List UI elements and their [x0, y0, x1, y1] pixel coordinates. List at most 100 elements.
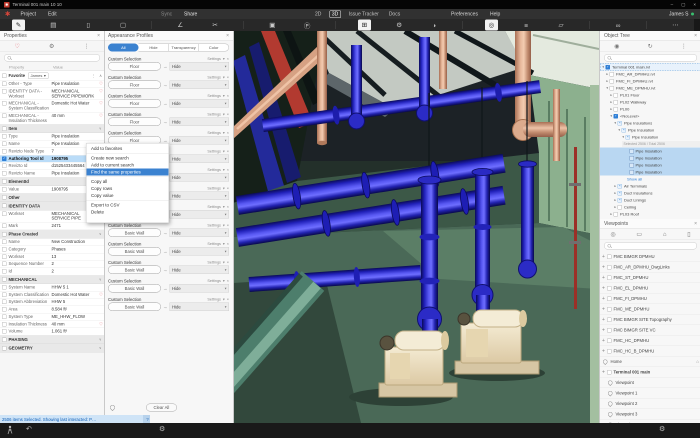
settings-link[interactable]: Settings — [207, 112, 221, 117]
row-checkbox[interactable] — [2, 254, 7, 259]
action-select[interactable]: Hide▾ — [170, 62, 230, 71]
action-select[interactable]: Hide▾ — [170, 210, 230, 219]
tree-checkbox[interactable]: ✓ — [614, 114, 619, 119]
section-checkbox[interactable] — [2, 346, 7, 351]
selection-pill[interactable]: Basic Wall — [108, 284, 161, 293]
row-checkbox[interactable] — [2, 149, 7, 154]
settings-caret-icon[interactable]: ▾ — [223, 279, 225, 284]
section-checkbox[interactable] — [2, 337, 7, 342]
tree-checkbox[interactable] — [614, 107, 619, 112]
menu-help[interactable]: Help — [490, 11, 500, 17]
property-row-insulation-thickness[interactable]: Insulation Thickness40 mm♡ — [0, 321, 104, 328]
markup-cart-icon[interactable]: ⊞ — [358, 20, 371, 31]
action-select[interactable]: Hide▾ — [170, 99, 230, 108]
tree-node-fmc-fi-dpmhu-rvt[interactable]: ▸FMC_FI_DPMHU.rvt — [600, 78, 700, 85]
mode-tab-issue-tracker[interactable]: Issue Tracker — [347, 11, 381, 18]
property-row-system-abbreviation[interactable]: System AbbreviationHHW 5 — [0, 299, 104, 306]
menu-preferences[interactable]: Preferences — [451, 11, 478, 17]
row-checkbox[interactable] — [2, 89, 7, 94]
measure-icon[interactable]: ∠ — [174, 20, 187, 31]
tree-checkbox[interactable]: × — [618, 121, 623, 126]
gear-icon[interactable]: ⚙ — [393, 20, 406, 31]
undo-icon[interactable]: ↶ — [26, 425, 32, 434]
menu-item-find-the-same-properties[interactable]: Find the same properties — [87, 169, 169, 176]
properties-search-input[interactable] — [13, 56, 97, 61]
settings-link[interactable]: Settings — [207, 131, 221, 136]
property-section-phasing[interactable]: PHASING∨ — [0, 336, 104, 345]
mode-tab-3d[interactable]: 3D — [329, 10, 340, 18]
profile-close-icon[interactable]: × — [227, 260, 229, 265]
section-checkbox[interactable] — [2, 232, 7, 237]
tree-node-fmc-me-dpmhu-rvt[interactable]: ▾FMC_ME_DPMHU.rvt — [600, 85, 700, 92]
property-row-system-name[interactable]: System NameHHW 5 1 — [0, 284, 104, 291]
selection-pill[interactable]: Basic Wall — [108, 229, 161, 238]
favorite-heart-icon[interactable]: ♡ — [98, 322, 103, 327]
action-select[interactable]: Hide▾ — [170, 155, 230, 164]
viewpoint-checkbox[interactable] — [607, 317, 612, 322]
section-checkbox[interactable] — [2, 277, 7, 282]
minimize-button[interactable]: – — [671, 2, 674, 8]
mode-tab-2d[interactable]: 2D — [313, 11, 323, 18]
home-icon[interactable]: ⌂ — [663, 231, 667, 238]
settings-caret-icon[interactable]: ▾ — [223, 75, 225, 80]
viewport-3d[interactable] — [233, 31, 599, 423]
property-section-phase-created[interactable]: Phase Created∨ — [0, 230, 104, 239]
settings-link[interactable]: Settings — [207, 57, 221, 62]
tree-node-pipe-insulation[interactable]: Pipe Insulation — [600, 162, 700, 169]
tree-checkbox[interactable] — [614, 212, 619, 217]
viewpoint-checkbox[interactable] — [607, 296, 612, 301]
viewpoint-row-fmc-fi-dpmhu[interactable]: +FMC_FI_DPMHU — [600, 294, 700, 305]
user-chip[interactable]: James S — [669, 11, 694, 17]
viewpoint-checkbox[interactable] — [607, 265, 612, 270]
point-marker-icon[interactable]: Ⓟ — [301, 20, 314, 31]
tree-checkbox[interactable]: ✓ — [606, 65, 611, 70]
walk-mode-icon[interactable] — [7, 426, 13, 437]
tree-node-pl03-roof[interactable]: ▸PL03 Roof — [600, 211, 700, 218]
properties-search[interactable] — [4, 54, 100, 62]
action-select[interactable]: Hide▾ — [170, 173, 230, 182]
viewpoint-row-fmc-el-dpmhu[interactable]: +FMC_EL_DPMHU — [600, 283, 700, 294]
more-icon[interactable]: ⋯ — [669, 20, 682, 31]
object-tree-search-input[interactable] — [613, 56, 694, 61]
refresh-icon[interactable]: ↻ — [648, 43, 653, 50]
clipboard-icon[interactable]: ▢ — [117, 20, 130, 31]
property-row-mechanical-system-classification[interactable]: MECHANICAL - System ClassificationDomest… — [0, 100, 104, 112]
profile-close-icon[interactable]: × — [227, 112, 229, 117]
appearance-tab-all[interactable]: All — [108, 44, 139, 52]
tree-checkbox[interactable] — [614, 100, 619, 105]
viewpoint-row-fmc-me-dpmhu[interactable]: +FMC_ME_DPMHU — [600, 304, 700, 315]
profile-close-icon[interactable]: × — [227, 297, 229, 302]
tree-node-ceiling[interactable]: ▸Ceiling — [600, 204, 700, 211]
tree-node-pipe-insulations[interactable]: ▾×Pipe Insulations — [600, 120, 700, 127]
favorite-heart-icon[interactable]: ♡ — [98, 292, 103, 297]
viewpoint-row-fmc-hc-dpmhu[interactable]: +FMC_HC_DPMHU — [600, 336, 700, 347]
row-checkbox[interactable] — [2, 101, 7, 106]
settings-gear-left-icon[interactable]: ⚙ — [159, 425, 165, 434]
property-row-type[interactable]: TypePipe Insulation — [0, 133, 104, 140]
settings-caret-icon[interactable]: ▾ — [223, 112, 225, 117]
settings-link[interactable]: Settings — [207, 260, 221, 265]
snapshot-icon[interactable]: ▭ — [636, 231, 642, 238]
profile-close-icon[interactable]: × — [227, 223, 229, 228]
property-row-workset[interactable]: Workset13 — [0, 253, 104, 260]
selection-pill[interactable]: Floor — [108, 99, 161, 108]
profile-close-icon[interactable]: × — [227, 186, 229, 191]
pin-icon[interactable] — [109, 404, 116, 411]
viewpoint-checkbox[interactable] — [607, 328, 612, 333]
close-button[interactable]: × — [693, 2, 696, 8]
heart-icon[interactable]: ♡ — [15, 43, 20, 50]
tree-node-pipe-insulation[interactable]: Pipe Insulation — [600, 169, 700, 176]
profile-close-icon[interactable]: × — [227, 149, 229, 154]
settings-caret-icon[interactable]: ▾ — [223, 149, 225, 154]
profile-close-icon[interactable]: × — [227, 242, 229, 247]
tree-node-duct-insulations[interactable]: ▸×Duct Insulations — [600, 190, 700, 197]
row-checkbox[interactable] — [2, 269, 7, 274]
menu-item-export-to-csv[interactable]: Export to CSV — [87, 202, 169, 209]
property-row-sequence-number[interactable]: Sequence Number2 — [0, 261, 104, 268]
viewpoint-row-viewpoint-1[interactable]: Viewpoint 1 — [600, 388, 700, 399]
gear-icon[interactable]: ⚙ — [49, 43, 54, 50]
settings-link[interactable]: Settings — [207, 297, 221, 302]
row-checkbox[interactable] — [2, 134, 7, 139]
row-checkbox[interactable] — [2, 164, 7, 169]
property-section-mechanical[interactable]: MECHANICAL∨ — [0, 275, 104, 284]
